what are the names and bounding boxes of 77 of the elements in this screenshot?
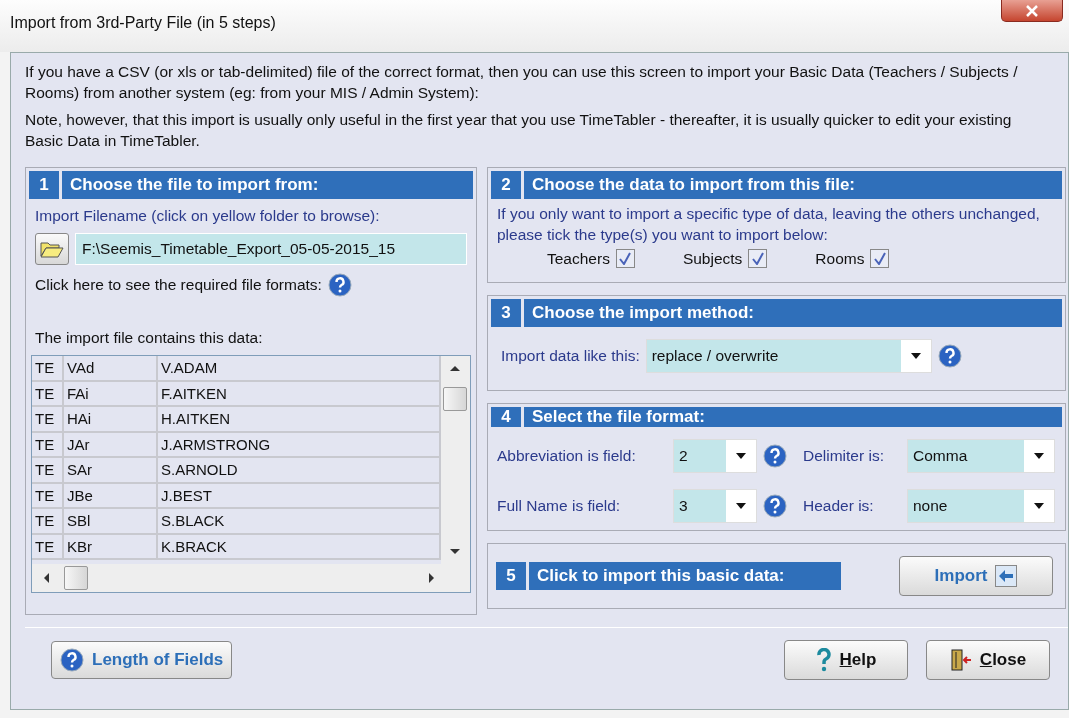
field-dropdown[interactable]: 2 [673, 439, 757, 473]
question-mark-icon [815, 648, 832, 672]
field-label: Delimiter is: [803, 447, 885, 465]
table-cell: TE [32, 407, 64, 431]
table-cell: TE [32, 381, 64, 405]
checkbox-label: Subjects [682, 249, 743, 268]
check-icon [873, 252, 886, 265]
table-cell: SBl [64, 509, 158, 533]
check-icon [619, 252, 632, 265]
table-cell: TE [32, 534, 64, 558]
scroll-down-icon[interactable] [449, 548, 461, 556]
section-heading: Click to import this basic data: [529, 562, 841, 590]
intro-paragraph: Note, however, that this import is usually only useful in the first year that you use TimeTabler - thereafter, it is usually quicker to edit your existing Basic Data in TimeTabler. [25, 110, 1013, 151]
step-number: 5 [496, 562, 526, 590]
table-cell: FAi [64, 381, 158, 405]
scroll-thumb[interactable] [64, 566, 88, 590]
check-icon [751, 252, 764, 265]
checkbox[interactable] [870, 249, 890, 268]
help-icon[interactable] [60, 648, 84, 672]
section-heading: Choose the import method: [524, 299, 1062, 327]
table-cell: TE [32, 458, 64, 482]
step-number: 4 [491, 407, 521, 427]
help-icon[interactable] [937, 344, 962, 368]
method-label: Import data like this: [501, 347, 640, 365]
field-dropdown[interactable]: 3 [673, 489, 757, 523]
window-title: Import from 3rd-Party File (in 5 steps) [10, 14, 276, 32]
length-of-fields-button[interactable]: Length of Fields [51, 641, 233, 679]
help-icon[interactable] [763, 444, 787, 468]
horizontal-scrollbar[interactable] [32, 564, 470, 592]
section-heading: Choose the file to import from: [62, 171, 473, 199]
field-label: Abbreviation is field: [497, 447, 637, 465]
door-icon [949, 648, 972, 672]
table-cell: JAr [64, 432, 158, 456]
scroll-right-icon[interactable] [428, 572, 436, 584]
checkbox[interactable] [748, 249, 768, 268]
filename-field[interactable]: F:\Seemis_Timetable_Export_05-05-2015_15 [75, 233, 467, 265]
vertical-scrollbar[interactable] [441, 356, 470, 564]
data-label: The import file contains this data: [35, 329, 264, 347]
step-number: 2 [491, 171, 521, 199]
step-number: 1 [29, 171, 59, 199]
table-cell: TE [32, 509, 64, 533]
table-cell: TE [32, 432, 64, 456]
folder-icon [40, 240, 64, 258]
table-cell: HAi [64, 407, 158, 431]
filename-label: Import Filename (click on yellow folder to browse): [35, 207, 381, 225]
method-dropdown[interactable]: replace / overwrite [645, 339, 932, 373]
browse-button[interactable] [35, 233, 69, 265]
help-button[interactable]: Help [784, 640, 908, 680]
scroll-up-icon[interactable] [449, 364, 461, 372]
section-heading: Select the file format: [524, 407, 1062, 427]
section-heading: Choose the data to import from this file: [524, 171, 1062, 199]
field-dropdown[interactable]: Comma [907, 439, 1055, 473]
close-button[interactable] [1001, 0, 1063, 22]
import-button[interactable]: Import [899, 556, 1053, 596]
instructions-text: If you only want to import a specific type of data, leaving the others unchanged, please tick the type(s) you want to import below: [496, 204, 1041, 245]
arrow-left-icon [995, 565, 1018, 587]
intro-paragraph: If you have a CSV (or xls or tab-delimited) file of the correct format, then you can use this screen to import your Basic Data (Teachers / Subjects / Rooms) from another system (eg: from your MIS / Admin System): [25, 62, 1019, 103]
help-icon[interactable] [763, 494, 787, 518]
scroll-left-icon[interactable] [42, 572, 50, 584]
checkbox-label: Teachers [547, 249, 610, 268]
table-cell: TE [32, 483, 64, 507]
step-number: 3 [491, 299, 521, 327]
close-icon [1025, 4, 1039, 17]
field-dropdown[interactable]: none [907, 489, 1055, 523]
field-label: Full Name is field: [497, 497, 622, 515]
formats-label: Click here to see the required file formats: [35, 276, 322, 294]
table-cell: SAr [64, 458, 158, 482]
help-icon[interactable] [327, 273, 352, 297]
table-cell: JBe [64, 483, 158, 507]
scroll-thumb[interactable] [443, 387, 467, 411]
checkbox[interactable] [615, 249, 635, 268]
table-cell: TE [32, 356, 64, 380]
field-label: Header is: [803, 497, 875, 515]
checkbox-label: Rooms [815, 249, 865, 268]
table-cell: KBr [64, 534, 158, 558]
table-cell: VAd [64, 356, 158, 380]
close-dialog-button[interactable]: Close [926, 640, 1050, 680]
